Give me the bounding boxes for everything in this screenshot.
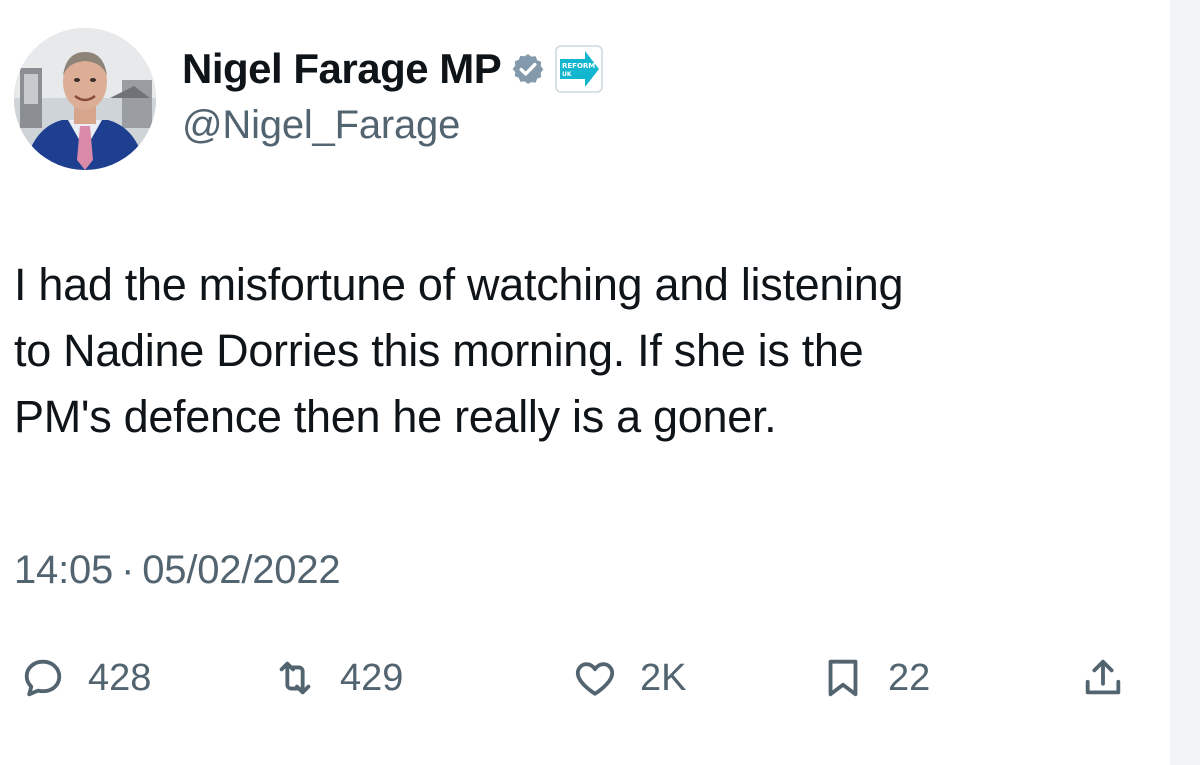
tweet-timestamp[interactable]: 14:05 · 05/02/2022 — [14, 548, 341, 593]
author-name-row: Nigel Farage MP REFORM UK — [182, 40, 604, 98]
tweet-text-line: PM's defence then he really is a goner. — [14, 391, 777, 442]
share-button[interactable] — [1080, 648, 1126, 708]
avatar-photo — [14, 28, 156, 170]
tweet-date[interactable]: 05/02/2022 — [142, 548, 340, 592]
author-handle[interactable]: @Nigel_Farage — [182, 103, 460, 148]
heart-icon — [572, 655, 618, 701]
bookmark-button[interactable]: 22 — [820, 648, 930, 708]
verified-badge-icon[interactable] — [511, 52, 545, 86]
like-count: 2K — [640, 656, 687, 699]
avatar[interactable] — [14, 28, 156, 170]
bookmark-count: 22 — [888, 656, 931, 699]
bookmark-icon — [820, 655, 866, 701]
tweet-text-line: I had the misfortune of watching and lis… — [14, 259, 904, 310]
retweet-count: 429 — [340, 656, 404, 699]
reply-count: 428 — [88, 656, 152, 699]
retweet-icon — [272, 655, 318, 701]
retweet-button[interactable]: 429 — [272, 648, 403, 708]
svg-text:REFORM: REFORM — [562, 62, 595, 70]
like-button[interactable]: 2K — [572, 648, 686, 708]
reform-uk-badge-icon[interactable]: REFORM UK — [555, 45, 604, 93]
share-icon — [1080, 655, 1126, 701]
tweet-actions-bar: 428 429 2K 22 — [0, 648, 1170, 708]
timestamp-separator: · — [121, 548, 135, 592]
reply-button[interactable]: 428 — [20, 648, 151, 708]
svg-text:UK: UK — [562, 71, 572, 78]
tweet-text: I had the misfortune of watching and lis… — [14, 252, 1154, 450]
reply-icon — [20, 655, 66, 701]
page-edge-strip — [1170, 0, 1200, 765]
tweet-text-line: to Nadine Dorries this morning. If she i… — [14, 325, 864, 376]
tweet-card: Nigel Farage MP REFORM UK @Nigel_Farage … — [0, 0, 1170, 765]
tweet-time[interactable]: 14:05 — [14, 548, 113, 592]
display-name[interactable]: Nigel Farage MP — [182, 45, 502, 93]
